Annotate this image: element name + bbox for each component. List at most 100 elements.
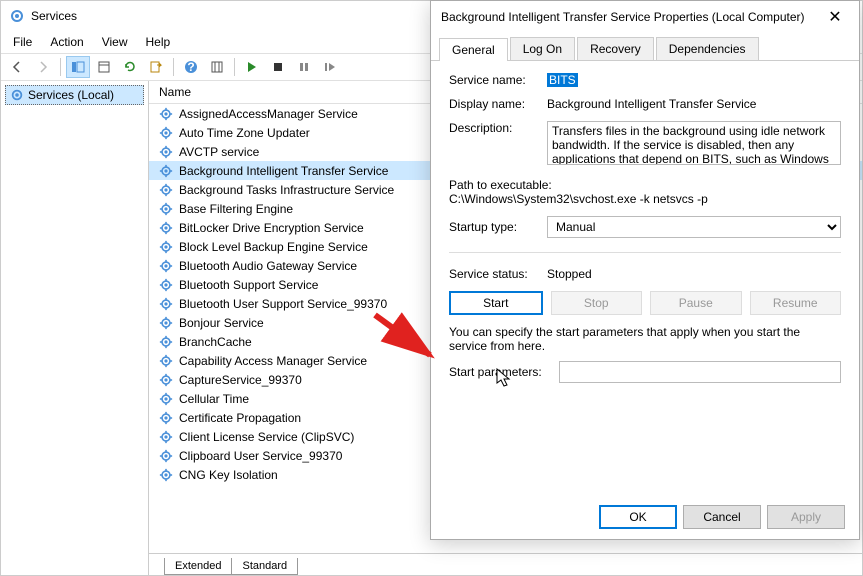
gear-icon xyxy=(159,107,173,121)
label-start-params: Start parameters: xyxy=(449,365,559,379)
menu-view[interactable]: View xyxy=(94,33,136,51)
properties-button[interactable] xyxy=(92,56,116,78)
service-name: Auto Time Zone Updater xyxy=(179,126,310,140)
toolbar-separator xyxy=(173,58,174,76)
service-name: BranchCache xyxy=(179,335,252,349)
value-service-name: BITS xyxy=(547,73,578,87)
service-name: Block Level Backup Engine Service xyxy=(179,240,368,254)
tab-dependencies[interactable]: Dependencies xyxy=(656,37,759,60)
gear-icon xyxy=(159,259,173,273)
dialog-title-bar: Background Intelligent Transfer Service … xyxy=(431,1,859,33)
gear-icon xyxy=(159,126,173,140)
tab-general[interactable]: General xyxy=(439,38,508,61)
gear-icon xyxy=(159,202,173,216)
divider xyxy=(449,252,841,253)
stop-button: Stop xyxy=(551,291,643,315)
show-tree-button[interactable] xyxy=(66,56,90,78)
gear-icon xyxy=(159,278,173,292)
toolbar-separator xyxy=(234,58,235,76)
restart-service-button[interactable] xyxy=(318,56,342,78)
tree-panel: Services (Local) xyxy=(1,81,149,575)
dialog-body: Service name: BITS Display name: Backgro… xyxy=(431,61,859,405)
value-service-status: Stopped xyxy=(547,267,841,281)
label-service-status: Service status: xyxy=(449,267,547,281)
start-params-input[interactable] xyxy=(559,361,841,383)
service-name: Bluetooth Support Service xyxy=(179,278,318,292)
stop-service-button[interactable] xyxy=(266,56,290,78)
label-path: Path to executable: xyxy=(449,178,841,192)
service-name: AVCTP service xyxy=(179,145,259,159)
label-service-name: Service name: xyxy=(449,73,547,87)
startup-type-select[interactable]: Manual xyxy=(547,216,841,238)
gear-icon xyxy=(159,316,173,330)
tree-root-label: Services (Local) xyxy=(28,88,114,102)
menu-help[interactable]: Help xyxy=(138,33,179,51)
tab-recovery[interactable]: Recovery xyxy=(577,37,654,60)
view-tabs: Extended Standard xyxy=(149,553,862,575)
service-name: Capability Access Manager Service xyxy=(179,354,367,368)
tab-standard[interactable]: Standard xyxy=(231,558,298,575)
gear-icon xyxy=(159,430,173,444)
value-description[interactable]: Transfers files in the background using … xyxy=(547,121,841,165)
service-name: Certificate Propagation xyxy=(179,411,301,425)
tree-root[interactable]: Services (Local) xyxy=(5,85,144,105)
tab-extended[interactable]: Extended xyxy=(164,558,232,575)
gear-icon xyxy=(159,411,173,425)
value-display-name: Background Intelligent Transfer Service xyxy=(547,97,841,111)
menu-file[interactable]: File xyxy=(5,33,40,51)
gear-icon xyxy=(159,392,173,406)
service-name: Bluetooth Audio Gateway Service xyxy=(179,259,357,273)
columns-button[interactable] xyxy=(205,56,229,78)
start-button[interactable]: Start xyxy=(449,291,543,315)
label-startup-type: Startup type: xyxy=(449,220,547,234)
service-name: Background Intelligent Transfer Service xyxy=(179,164,388,178)
gear-icon xyxy=(159,297,173,311)
toolbar-separator xyxy=(60,58,61,76)
close-icon[interactable]: ✕ xyxy=(821,3,849,31)
gear-icon xyxy=(159,221,173,235)
label-description: Description: xyxy=(449,121,547,135)
refresh-button[interactable] xyxy=(118,56,142,78)
service-name: CaptureService_99370 xyxy=(179,373,302,387)
gear-icon xyxy=(159,240,173,254)
cancel-button[interactable]: Cancel xyxy=(683,505,761,529)
control-buttons: Start Stop Pause Resume xyxy=(449,291,841,315)
label-display-name: Display name: xyxy=(449,97,547,111)
gear-icon xyxy=(159,468,173,482)
start-service-button[interactable] xyxy=(240,56,264,78)
menu-action[interactable]: Action xyxy=(42,33,91,51)
window-title: Services xyxy=(31,9,77,23)
service-name: Clipboard User Service_99370 xyxy=(179,449,342,463)
dialog-footer: OK Cancel Apply xyxy=(599,505,845,529)
pause-button: Pause xyxy=(650,291,742,315)
ok-button[interactable]: OK xyxy=(599,505,677,529)
service-name: Background Tasks Infrastructure Service xyxy=(179,183,394,197)
back-button[interactable] xyxy=(5,56,29,78)
service-name: Client License Service (ClipSVC) xyxy=(179,430,354,444)
service-name: Base Filtering Engine xyxy=(179,202,293,216)
export-button[interactable] xyxy=(144,56,168,78)
gear-icon xyxy=(159,145,173,159)
service-name: BitLocker Drive Encryption Service xyxy=(179,221,364,235)
svg-text:?: ? xyxy=(187,60,194,74)
service-name: Bluetooth User Support Service_99370 xyxy=(179,297,387,311)
dialog-tabs: General Log On Recovery Dependencies xyxy=(431,33,859,61)
service-name: AssignedAccessManager Service xyxy=(179,107,358,121)
gear-icon xyxy=(159,354,173,368)
tab-logon[interactable]: Log On xyxy=(510,37,575,60)
pause-service-button[interactable] xyxy=(292,56,316,78)
gear-icon xyxy=(10,88,24,102)
help-button[interactable]: ? xyxy=(179,56,203,78)
gear-icon xyxy=(159,335,173,349)
apply-button: Apply xyxy=(767,505,845,529)
gear-icon xyxy=(159,183,173,197)
services-icon xyxy=(9,8,25,24)
gear-icon xyxy=(159,449,173,463)
value-path: C:\Windows\System32\svchost.exe -k netsv… xyxy=(449,192,841,206)
service-name: CNG Key Isolation xyxy=(179,468,278,482)
start-params-hint: You can specify the start parameters tha… xyxy=(449,325,841,353)
dialog-title: Background Intelligent Transfer Service … xyxy=(441,10,805,24)
forward-button[interactable] xyxy=(31,56,55,78)
gear-icon xyxy=(159,373,173,387)
properties-dialog: Background Intelligent Transfer Service … xyxy=(430,0,860,540)
